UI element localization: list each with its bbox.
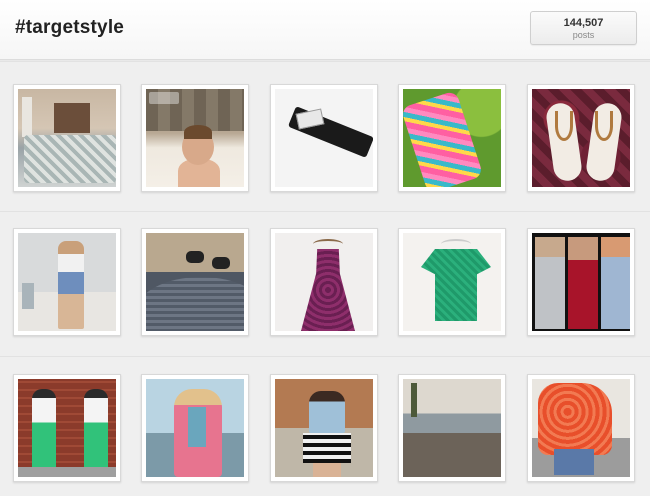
photo-floral-dress — [403, 89, 501, 187]
photo-tile[interactable] — [527, 374, 635, 482]
photo-tile[interactable] — [13, 228, 121, 336]
photo-tile[interactable] — [527, 84, 635, 192]
photo-tile[interactable] — [270, 374, 378, 482]
photo-tile[interactable] — [398, 374, 506, 482]
photo-purple-dress — [275, 233, 373, 331]
photo-overalls — [18, 233, 116, 331]
photo-green-top — [403, 233, 501, 331]
hashtag-title: #targetstyle — [15, 17, 125, 38]
photo-striped-skirt — [275, 379, 373, 477]
photo-bedroom — [18, 89, 116, 187]
photo-tile[interactable] — [13, 84, 121, 192]
page-header: #targetstyle 144,507 posts — [0, 0, 650, 60]
photo-sneakers — [146, 233, 244, 331]
photo-tile[interactable] — [398, 84, 506, 192]
photo-tile[interactable] — [527, 228, 635, 336]
photo-orange-top — [532, 379, 630, 477]
post-count-label: posts — [572, 30, 595, 40]
photo-red-carpet-collage — [532, 233, 630, 331]
photo-tile[interactable] — [13, 374, 121, 482]
photo-tile[interactable] — [270, 84, 378, 192]
post-count-button[interactable]: 144,507 posts — [530, 11, 637, 45]
photo-tile[interactable] — [141, 84, 249, 192]
photo-baby-bath — [146, 89, 244, 187]
photo-tile[interactable] — [270, 228, 378, 336]
photo-sandals — [532, 89, 630, 187]
post-count-number: 144,507 — [563, 17, 604, 29]
photo-tile[interactable] — [141, 228, 249, 336]
photo-beach-maxi — [403, 379, 501, 477]
photo-black-top — [275, 89, 373, 187]
photo-green-pants — [18, 379, 116, 477]
photo-tile[interactable] — [141, 374, 249, 482]
photo-tile[interactable] — [398, 228, 506, 336]
photo-pink-kimono — [146, 379, 244, 477]
